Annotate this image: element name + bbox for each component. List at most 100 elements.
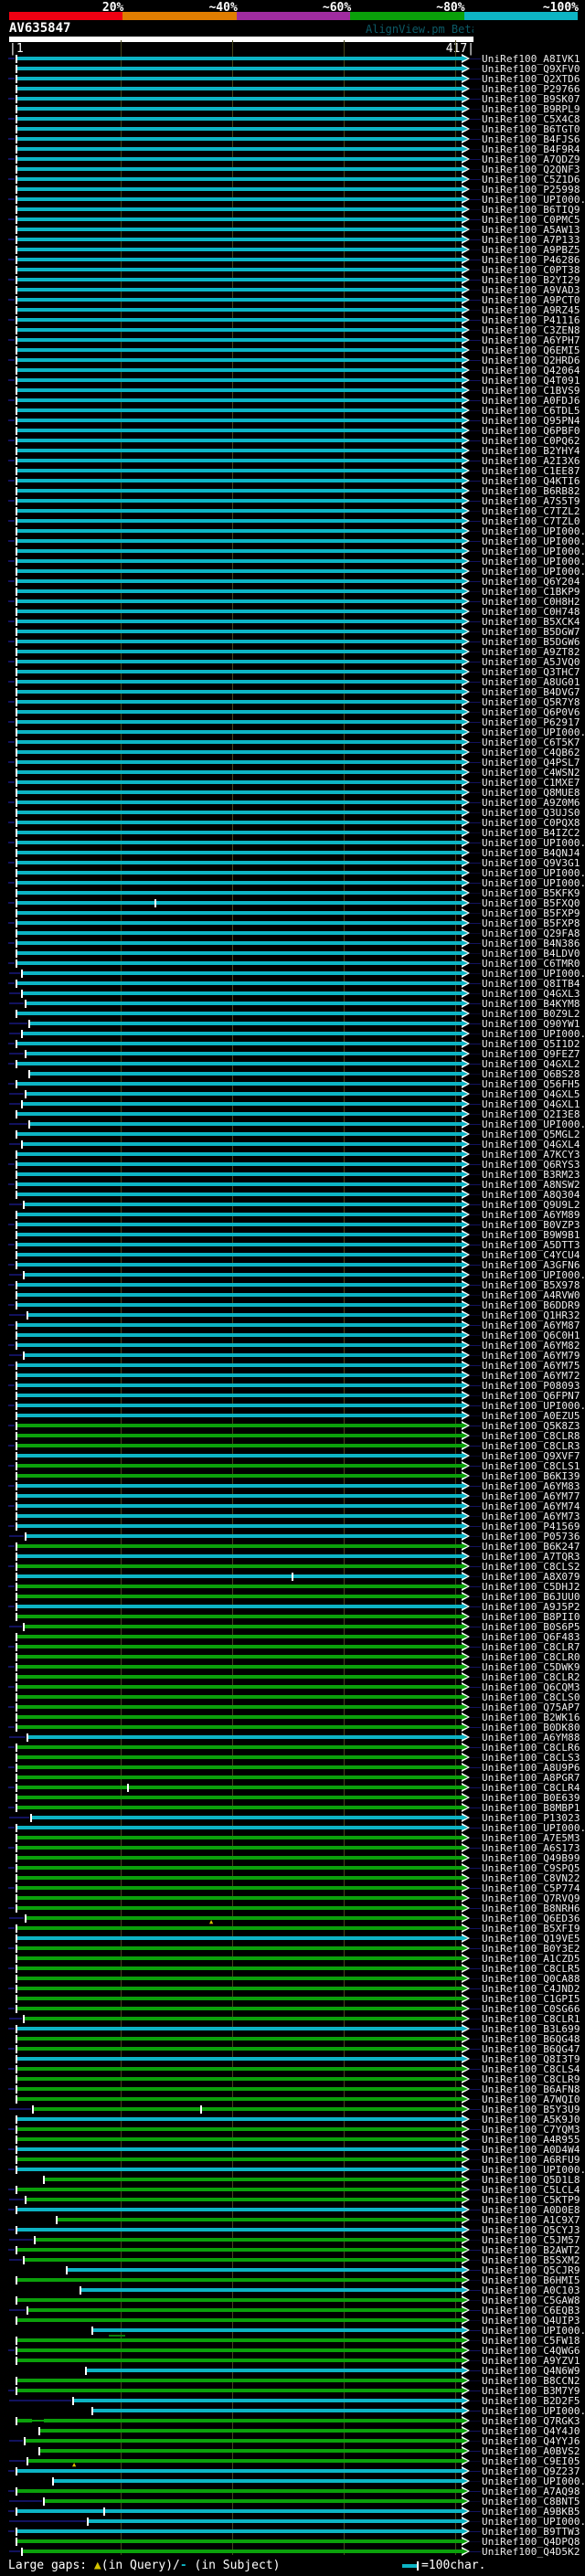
subject-label[interactable]: UniRef100_C7TZL2	[482, 506, 580, 516]
subject-label[interactable]: UniRef100_A0D0E8	[482, 2205, 580, 2215]
subject-label[interactable]: UniRef100_Q7RVQ9	[482, 1893, 580, 1903]
subject-label[interactable]: UniRef100_Q5CJR9	[482, 2265, 580, 2275]
alignment-row[interactable]: UniRef100_UPI000..	[0, 878, 585, 888]
alignment-row[interactable]: UniRef100_B6TGT0	[0, 124, 585, 134]
alignment-row[interactable]: UniRef100_B6KI39	[0, 1471, 585, 1481]
alignment-row[interactable]: UniRef100_C4JND2	[0, 1984, 585, 1994]
subject-label[interactable]: UniRef100_A7QDZ9	[482, 154, 580, 164]
alignment-row[interactable]: UniRef100_A5K9J0	[0, 2115, 585, 2125]
subject-label[interactable]: UniRef100_C1MXE7	[482, 778, 580, 788]
alignment-row[interactable]: UniRef100_C7TZL0	[0, 516, 585, 526]
alignment-row[interactable]: UniRef100_C8CLR4	[0, 1783, 585, 1793]
alignment-row[interactable]: UniRef100_A6YM73	[0, 1511, 585, 1521]
subject-label[interactable]: UniRef100_C6TMR0	[482, 959, 580, 969]
subject-label[interactable]: UniRef100_UPI000..	[482, 727, 585, 737]
alignment-row[interactable]: UniRef100_B9SK07	[0, 94, 585, 104]
subject-label[interactable]: UniRef100_B6QG47	[482, 2044, 580, 2054]
subject-label[interactable]: UniRef100_C8CLS2	[482, 1562, 580, 1572]
alignment-row[interactable]: UniRef100_B9RPL9	[0, 104, 585, 114]
subject-label[interactable]: UniRef100_Q1HR32	[482, 1310, 580, 1320]
alignment-row[interactable]: UniRef100_C8CLR9	[0, 2074, 585, 2084]
subject-label[interactable]: UniRef100_B5FXP9	[482, 908, 580, 918]
subject-label[interactable]: UniRef100_B5FXP8	[482, 918, 580, 928]
subject-label[interactable]: UniRef100_B2WK16	[482, 1712, 580, 1723]
alignment-row[interactable]: UniRef100_Q9XVF7	[0, 1451, 585, 1461]
alignment-row[interactable]: UniRef100_B5X978	[0, 1280, 585, 1290]
alignment-row[interactable]: UniRef100_C7YQM3	[0, 2125, 585, 2135]
alignment-row[interactable]: UniRef100_C9SPQ5	[0, 1863, 585, 1873]
alignment-row[interactable]: UniRef100_B8PII0	[0, 1612, 585, 1622]
alignment-row[interactable]: UniRef100_C0H748	[0, 607, 585, 617]
alignment-row[interactable]: UniRef100_B5Y3U9	[0, 2104, 585, 2115]
subject-label[interactable]: UniRef100_Q6ED36	[482, 1913, 580, 1924]
alignment-row[interactable]: UniRef100_Q4KTI6	[0, 476, 585, 486]
alignment-row[interactable]: UniRef100_P13023	[0, 1813, 585, 1823]
alignment-row[interactable]: UniRef100_C5LCL4	[0, 2185, 585, 2195]
alignment-row[interactable]: UniRef100_Q8ITB4	[0, 979, 585, 989]
alignment-row[interactable]: UniRef100_Q9XFV0	[0, 64, 585, 74]
alignment-row[interactable]: UniRef100_C0PT38	[0, 265, 585, 275]
subject-label[interactable]: UniRef100_UPI000..	[482, 1823, 585, 1833]
subject-label[interactable]: UniRef100_A9PCT0	[482, 295, 580, 305]
subject-label[interactable]: UniRef100_B9SK07	[482, 94, 580, 104]
subject-label[interactable]: UniRef100_UPI000..	[482, 878, 585, 888]
alignment-row[interactable]: UniRef100_P05736	[0, 1532, 585, 1542]
alignment-row[interactable]: UniRef100_B6RB82	[0, 486, 585, 496]
alignment-row[interactable]: UniRef100_A9PCT0	[0, 295, 585, 305]
subject-label[interactable]: UniRef100_B6JUU0	[482, 1592, 580, 1602]
alignment-row[interactable]: UniRef100_C1EE87	[0, 466, 585, 476]
subject-label[interactable]: UniRef100_A6YM74	[482, 1501, 580, 1511]
alignment-row[interactable]: UniRef100_Q9V3G1	[0, 858, 585, 868]
subject-label[interactable]: UniRef100_UPI000..	[482, 536, 585, 546]
alignment-row[interactable]: UniRef100_C5KTP9	[0, 2195, 585, 2205]
subject-label[interactable]: UniRef100_UPI000..	[482, 2326, 585, 2336]
subject-label[interactable]: UniRef100_A7S5T9	[482, 496, 580, 506]
subject-label[interactable]: UniRef100_A1CZD5	[482, 1954, 580, 1964]
subject-label[interactable]: UniRef100_B0E639	[482, 1793, 580, 1803]
alignment-row[interactable]: UniRef100_B5FXP9	[0, 908, 585, 918]
subject-label[interactable]: UniRef100_B8NRH6	[482, 1903, 580, 1913]
alignment-row[interactable]: UniRef100_C7TZL2	[0, 506, 585, 516]
subject-label[interactable]: UniRef100_UPI000..	[482, 1270, 585, 1280]
alignment-row[interactable]: UniRef100_C1BVS9	[0, 386, 585, 396]
subject-label[interactable]: UniRef100_A6YM88	[482, 1733, 580, 1743]
subject-label[interactable]: UniRef100_P05736	[482, 1532, 580, 1542]
alignment-row[interactable]: UniRef100_A6YM74	[0, 1501, 585, 1511]
subject-label[interactable]: UniRef100_B6QG48	[482, 2034, 580, 2044]
subject-label[interactable]: UniRef100_B9RPL9	[482, 104, 580, 114]
subject-label[interactable]: UniRef100_A8UG01	[482, 677, 580, 687]
subject-label[interactable]: UniRef100_C8CLS1	[482, 1461, 580, 1471]
subject-label[interactable]: UniRef100_A6YM82	[482, 1341, 580, 1351]
alignment-row[interactable]: UniRef100_Q6P0V6	[0, 707, 585, 717]
alignment-row[interactable]: UniRef100_A9ZT82	[0, 647, 585, 657]
alignment-row[interactable]: UniRef100_B0Y3E2	[0, 1944, 585, 1954]
alignment-row[interactable]: UniRef100_B4FJS6	[0, 134, 585, 144]
subject-label[interactable]: UniRef100_C5KTP9	[482, 2195, 580, 2205]
subject-label[interactable]: UniRef100_Q75AP7	[482, 1702, 580, 1712]
alignment-row[interactable]: UniRef100_B4LDV0	[0, 949, 585, 959]
subject-label[interactable]: UniRef100_P62917	[482, 717, 580, 727]
alignment-row[interactable]: UniRef100_Q5D1L8	[0, 2175, 585, 2185]
subject-label[interactable]: UniRef100_Q0CA88	[482, 1974, 580, 1984]
alignment-row[interactable]: UniRef100_B0Z9L2	[0, 1009, 585, 1019]
alignment-row[interactable]: UniRef100_C8CLR3	[0, 1441, 585, 1451]
alignment-row[interactable]: UniRef100_A7S5T9	[0, 496, 585, 506]
subject-label[interactable]: UniRef100_B4N386	[482, 938, 580, 949]
alignment-row[interactable]: UniRef100_Q6Y204	[0, 577, 585, 587]
subject-label[interactable]: UniRef100_B2AWT2	[482, 2245, 580, 2255]
alignment-row[interactable]: UniRef100_Q4GXL2	[0, 1059, 585, 1069]
subject-label[interactable]: UniRef100_Q49B99	[482, 1853, 580, 1863]
subject-label[interactable]: UniRef100_A9Z0M6	[482, 798, 580, 808]
alignment-row[interactable]: UniRef100_C4WSN2	[0, 768, 585, 778]
subject-label[interactable]: UniRef100_Q4GXL2	[482, 1059, 580, 1069]
alignment-row[interactable]: UniRef100_Q5K8Z3	[0, 1421, 585, 1431]
alignment-row[interactable]: UniRef100_C0PQ62	[0, 436, 585, 446]
subject-label[interactable]: UniRef100_C8BNT5	[482, 2496, 580, 2507]
alignment-row[interactable]: UniRef100_C1GPI5	[0, 1994, 585, 2004]
alignment-row[interactable]: UniRef100_A9Z0M6	[0, 798, 585, 808]
subject-label[interactable]: UniRef100_A3GFN6	[482, 1260, 580, 1270]
subject-label[interactable]: UniRef100_B3RM23	[482, 1170, 580, 1180]
alignment-row[interactable]: UniRef100_A6YM79	[0, 1351, 585, 1361]
alignment-row[interactable]: UniRef100_Q4N6W9	[0, 2366, 585, 2376]
alignment-row[interactable]: UniRef100_A8PGR7	[0, 1773, 585, 1783]
